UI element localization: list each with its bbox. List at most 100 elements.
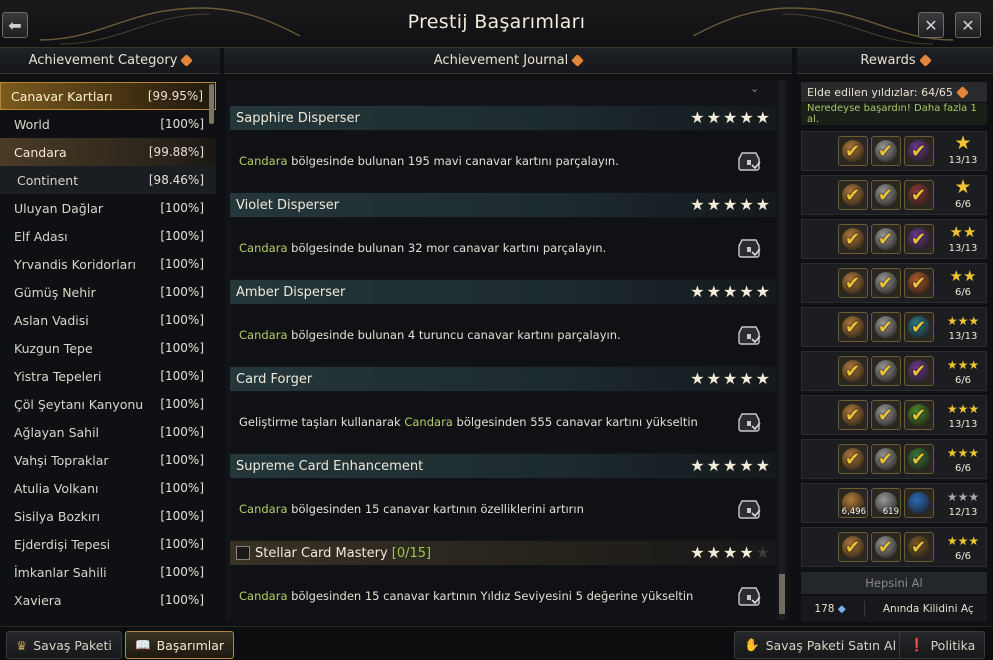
info-diamond-icon[interactable] — [955, 85, 969, 99]
category-percent: [100%] — [160, 313, 204, 327]
reward-item-slot[interactable]: ✔ — [838, 444, 868, 474]
category-item[interactable]: Yistra Tepeleri [100%] — [0, 362, 216, 390]
category-item[interactable]: Yrvandis Koridorları [100%] — [0, 250, 216, 278]
reward-item-slot[interactable]: ✔ — [838, 400, 868, 430]
category-item[interactable]: Uluyan Dağlar [100%] — [0, 194, 216, 222]
star-icon: ★ — [957, 534, 969, 548]
category-percent: [100%] — [160, 425, 204, 439]
reward-chest-icon[interactable] — [736, 323, 762, 347]
info-diamond-icon[interactable] — [180, 54, 194, 67]
reward-item-slot[interactable]: ✔ — [904, 180, 934, 210]
category-item[interactable]: Xaviera [100%] — [0, 586, 216, 614]
instant-unlock-button[interactable]: 178 ◆ Anında Kilidini Aç — [801, 596, 987, 622]
reward-chest-icon[interactable] — [736, 149, 762, 173]
reward-row[interactable]: ✔ ✔ ✔ ★ 13/13 — [801, 131, 987, 171]
category-item[interactable]: Gümüş Nehir [100%] — [0, 278, 216, 306]
reward-item-slot[interactable]: ✔ — [871, 136, 901, 166]
reward-item-slot[interactable]: 619 — [871, 488, 901, 518]
desc-rest: bölgesinde bulunan 4 turuncu canavar kar… — [287, 328, 621, 342]
reward-chest-icon[interactable] — [736, 497, 762, 521]
reward-item-slot[interactable]: ✔ — [871, 312, 901, 342]
category-item[interactable]: Elf Adası [100%] — [0, 222, 216, 250]
category-item[interactable]: Atulia Volkanı [100%] — [0, 474, 216, 502]
reward-row[interactable]: ✔ ✔ ✔ ★★ 6/6 — [801, 263, 987, 303]
star-icon: ★ — [706, 543, 721, 562]
category-item[interactable]: Candara [99.88%] — [0, 138, 216, 166]
reward-hint: Neredeyse başardın! Daha fazla 1 al. — [801, 103, 987, 125]
reward-item-slot[interactable]: ✔ — [871, 400, 901, 430]
reward-row[interactable]: ✔ ✔ ✔ ★★★ 6/6 — [801, 351, 987, 391]
reward-item-slot[interactable]: ✔ — [838, 224, 868, 254]
reward-item-slot[interactable]: ✔ — [904, 268, 934, 298]
reward-item-slot[interactable]: ✔ — [904, 312, 934, 342]
category-percent: [100%] — [160, 537, 204, 551]
reward-item-slot[interactable] — [904, 488, 934, 518]
reward-row[interactable]: ✔ ✔ ✔ ★★★ 6/6 — [801, 439, 987, 479]
category-item[interactable]: Ejderdişi Tepesi [100%] — [0, 530, 216, 558]
journal-scrollbar[interactable] — [779, 80, 785, 620]
achievement-header[interactable]: Violet Disperser ★ ★ ★ ★ ★ — [230, 193, 776, 217]
reward-row[interactable]: ✔ ✔ ✔ ★★★ 13/13 — [801, 395, 987, 435]
battle-pack-tab[interactable]: ♛ Savaş Paketi — [6, 631, 122, 659]
reward-row[interactable]: ✔ ✔ ✔ ★★ 13/13 — [801, 219, 987, 259]
category-item[interactable]: Sisilya Bozkırı [100%] — [0, 502, 216, 530]
reward-item-slot[interactable]: ✔ — [871, 356, 901, 386]
reward-chest-icon[interactable] — [736, 236, 762, 260]
reward-item-slot[interactable]: ✔ — [838, 356, 868, 386]
achievement-header[interactable]: Amber Disperser ★ ★ ★ ★ ★ — [230, 280, 776, 304]
reward-row[interactable]: ✔ ✔ ✔ ★★★ 13/13 — [801, 307, 987, 347]
category-item[interactable]: Çöl Şeytanı Kanyonu [100%] — [0, 390, 216, 418]
achievement-header[interactable]: Stellar Card Mastery [0/15] ★ ★ ★ ★ ★ — [230, 541, 776, 565]
reward-item-slot[interactable]: ✔ — [838, 532, 868, 562]
reward-item-slot[interactable]: ✔ — [838, 268, 868, 298]
reward-item-slot[interactable]: 6,496 — [838, 488, 868, 518]
category-scrollbar[interactable] — [209, 84, 214, 124]
reward-item-slot[interactable]: ✔ — [904, 356, 934, 386]
category-item[interactable]: Continent [98.46%] — [0, 166, 216, 194]
reward-item-slot[interactable]: ✔ — [871, 268, 901, 298]
reward-row[interactable]: ✔ ✔ ✔ ★ 6/6 — [801, 175, 987, 215]
category-item[interactable]: Ağlayan Sahil [100%] — [0, 418, 216, 446]
policy-button[interactable]: ❗ Politika — [899, 631, 986, 659]
journal-scroll-thumb[interactable] — [779, 574, 785, 614]
category-item[interactable]: Vahşi Topraklar [100%] — [0, 446, 216, 474]
category-item[interactable]: World [100%] — [0, 110, 216, 138]
category-item[interactable]: Kuzgun Tepe [100%] — [0, 334, 216, 362]
reward-item-slot[interactable]: ✔ — [838, 312, 868, 342]
reward-item-slot[interactable]: ✔ — [904, 224, 934, 254]
achievement-header[interactable]: Supreme Card Enhancement ★ ★ ★ ★ ★ — [230, 454, 776, 478]
reward-item-slot[interactable]: ✔ — [904, 136, 934, 166]
achievement-header[interactable]: Card Forger ★ ★ ★ ★ ★ — [230, 367, 776, 391]
reward-item-slot[interactable]: ✔ — [838, 180, 868, 210]
close-button[interactable]: ✕ — [955, 12, 981, 38]
buy-battle-pack-button[interactable]: ✋ Savaş Paketi Satın Al — [734, 631, 907, 659]
info-diamond-icon[interactable] — [571, 54, 585, 67]
reward-item-slot[interactable]: ✔ — [904, 444, 934, 474]
reward-item-slot[interactable]: ✔ — [871, 444, 901, 474]
achievement-title: Stellar Card Mastery [0/15] — [236, 546, 431, 561]
category-item[interactable]: Aslan Vadisi [100%] — [0, 306, 216, 334]
achievement-title: Amber Disperser — [236, 285, 345, 300]
claimed-check-icon: ✔ — [911, 141, 927, 162]
reward-item-slot[interactable]: ✔ — [871, 532, 901, 562]
category-label: Canavar Kartları — [11, 88, 113, 104]
star-icon: ★ — [755, 456, 770, 475]
category-item[interactable]: İmkanlar Sahili [100%] — [0, 558, 216, 586]
claim-all-button[interactable]: Hepsini Al — [801, 572, 987, 594]
reward-row[interactable]: 6,496 619 ★★★ 12/13 — [801, 483, 987, 523]
reward-item-slot[interactable]: ✔ — [904, 400, 934, 430]
reward-row[interactable]: ✔ ✔ ✔ ★★★ 6/6 — [801, 527, 987, 567]
category-item[interactable]: Canavar Kartları [99.95%] — [0, 82, 216, 110]
reward-item-slot[interactable]: ✔ — [838, 136, 868, 166]
reward-chest-icon[interactable] — [736, 410, 762, 434]
star-icon: ★ — [954, 176, 972, 198]
achievement-checkbox[interactable] — [236, 546, 250, 560]
reward-item-slot[interactable]: ✔ — [904, 532, 934, 562]
reward-item-slot[interactable]: ✔ — [871, 180, 901, 210]
reward-chest-icon[interactable] — [736, 584, 762, 608]
achievement-header[interactable]: Sapphire Disperser ★ ★ ★ ★ ★ — [230, 106, 776, 130]
info-diamond-icon[interactable] — [918, 54, 932, 67]
achievements-tab[interactable]: 📖 Başarımlar — [125, 631, 235, 659]
reward-item-slot[interactable]: ✔ — [871, 224, 901, 254]
collapse-button[interactable]: ✕ — [918, 12, 944, 38]
